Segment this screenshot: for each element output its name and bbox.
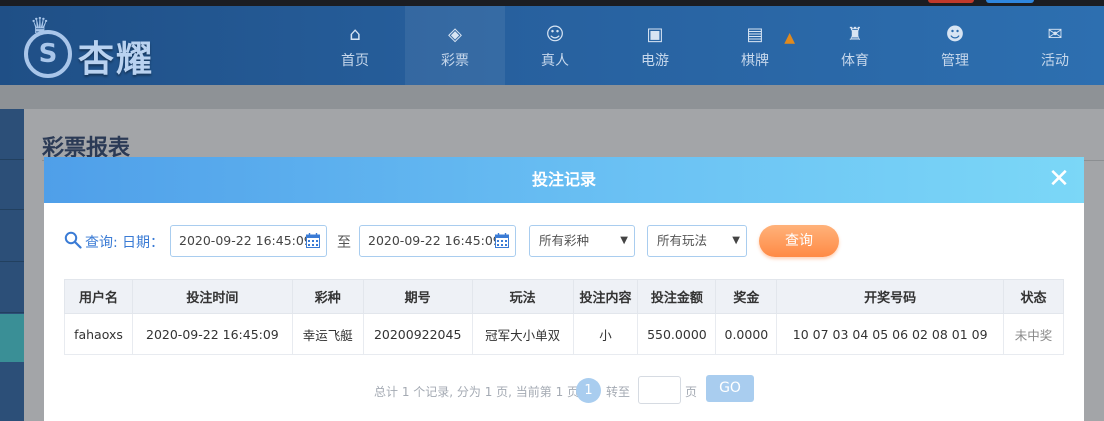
date-label: 日期：: [122, 235, 164, 251]
home-icon: ⌂: [349, 23, 361, 45]
table-header-row: 用户名 投注时间 彩种 期号 玩法 投注内容 投注金额 奖金 开奖号码 状态: [64, 279, 1064, 314]
nav-item-home[interactable]: ⌂ 首页: [305, 6, 405, 85]
cell-draw-numbers: 10 07 03 04 05 06 02 08 01 09: [776, 313, 1005, 355]
col-header-play: 玩法: [471, 279, 574, 314]
lottery-type-select[interactable]: 所有彩种 ▼: [529, 225, 635, 257]
nav-item-sports[interactable]: ♜ 体育: [805, 6, 905, 85]
nav-item-slots[interactable]: ▣ 电游: [605, 6, 705, 85]
nav-label: 首页: [341, 52, 369, 69]
nav-label: 体育: [841, 52, 869, 69]
col-header-draw-numbers: 开奖号码: [776, 279, 1005, 314]
modal-title: 投注记录: [531, 170, 596, 189]
col-header-username: 用户名: [64, 279, 133, 314]
sidebar-divider: [0, 159, 24, 160]
pagination: 总计 1 个记录, 分为 1 页, 当前第 1 页 1 转至 页 GO: [44, 375, 1084, 405]
page-jump-input[interactable]: [638, 376, 681, 404]
query-bar: 查询: 日期： 2020-09-22 16:45:09 至 2020-09-22…: [64, 225, 1064, 257]
col-header-bet-time: 投注时间: [131, 279, 293, 314]
calendar-icon[interactable]: [306, 233, 320, 248]
cell-content: 小: [572, 313, 639, 355]
cell-issue: 20200922045: [362, 313, 473, 355]
col-header-amount: 投注金额: [637, 279, 717, 314]
nav-item-lottery[interactable]: ◈ 彩票: [405, 6, 505, 85]
slot-machine-icon: ▣: [646, 23, 664, 45]
gift-icon: ✉: [1047, 23, 1063, 45]
nav-label: 管理: [941, 52, 969, 69]
cell-prize: 0.0000: [715, 313, 778, 355]
page-number-current[interactable]: 1: [576, 378, 601, 403]
cell-username: fahaoxs: [64, 313, 133, 355]
nav-item-promotions[interactable]: ✉ 活动: [1005, 6, 1104, 85]
sidebar: [0, 109, 24, 421]
person-icon: ☺: [545, 23, 565, 45]
nav-item-manage[interactable]: ☻ 管理: [905, 6, 1005, 85]
cell-status: 未中奖: [1003, 313, 1064, 355]
query-button[interactable]: 查询: [759, 225, 839, 257]
page-unit-label: 页: [685, 385, 698, 399]
play-type-select[interactable]: 所有玩法 ▼: [647, 225, 747, 257]
date-to-input[interactable]: 2020-09-22 16:45:09: [359, 225, 516, 257]
nav-label: 彩票: [441, 52, 469, 69]
col-header-content: 投注内容: [572, 279, 639, 314]
date-from-value: 2020-09-22 16:45:09: [179, 233, 312, 248]
nav-label: 电游: [641, 52, 669, 69]
col-header-lottery: 彩种: [291, 279, 364, 314]
to-label: 至: [337, 235, 351, 251]
top-blue-tab[interactable]: [986, 0, 1034, 3]
close-icon[interactable]: ✕: [1046, 166, 1072, 192]
cell-lottery: 幸运飞艇: [291, 313, 364, 355]
main-nav: ⌂ 首页 ◈ 彩票 ☺ 真人 ▣ 电游 ▤ 棋牌 ▲ ♜ 体育 ☻ 管理 ✉ 活…: [305, 6, 1104, 85]
sidebar-item-active[interactable]: [0, 314, 24, 362]
query-label: 查询:: [85, 235, 118, 251]
cell-bet-time: 2020-09-22 16:45:09: [131, 313, 293, 355]
pagination-info: 总计 1 个记录, 分为 1 页, 当前第 1 页: [374, 385, 580, 399]
cell-amount: 550.0000: [637, 313, 717, 355]
site-logo[interactable]: ♛ S 杏耀: [22, 14, 192, 80]
lottery-type-value: 所有彩种: [539, 233, 590, 248]
hot-badge-icon: ▲: [784, 30, 795, 46]
brand-name: 杏耀: [78, 39, 155, 80]
logo-emblem-icon: S: [24, 30, 72, 78]
nav-label: 棋牌: [741, 52, 769, 69]
dropdown-arrow-icon: ▼: [620, 235, 628, 246]
search-icon: [64, 231, 82, 249]
play-type-value: 所有玩法: [657, 233, 708, 248]
sidebar-divider: [0, 261, 24, 262]
nav-item-cards[interactable]: ▤ 棋牌 ▲: [705, 6, 805, 85]
modal-header: 投注记录 ✕: [44, 157, 1084, 203]
col-header-prize: 奖金: [715, 279, 778, 314]
go-button[interactable]: GO: [706, 375, 754, 402]
mahjong-icon: ▤: [746, 23, 764, 45]
site-header: ♛ S 杏耀 ⌂ 首页 ◈ 彩票 ☺ 真人 ▣ 电游 ▤ 棋牌 ▲ ♜ 体育 ☻…: [0, 6, 1104, 85]
trophy-icon: ♜: [846, 23, 864, 45]
col-header-issue: 期号: [362, 279, 473, 314]
sub-bar: [0, 85, 1104, 109]
bet-records-modal: 投注记录 ✕ 查询: 日期： 2020-09-22 16:45:09 至 202…: [44, 157, 1084, 421]
sidebar-divider: [0, 209, 24, 210]
table-row[interactable]: fahaoxs 2020-09-22 16:45:09 幸运飞艇 2020092…: [64, 313, 1064, 355]
bet-records-table: 用户名 投注时间 彩种 期号 玩法 投注内容 投注金额 奖金 开奖号码 状态 f…: [64, 279, 1064, 355]
top-red-tab[interactable]: [928, 0, 974, 3]
ticket-icon: ◈: [448, 23, 462, 45]
users-icon: ☻: [945, 23, 965, 45]
sidebar-divider: [0, 312, 24, 313]
calendar-icon[interactable]: [495, 233, 509, 248]
dropdown-arrow-icon: ▼: [732, 235, 740, 246]
date-to-value: 2020-09-22 16:45:09: [368, 233, 501, 248]
cell-play: 冠军大小单双: [471, 313, 574, 355]
nav-item-live[interactable]: ☺ 真人: [505, 6, 605, 85]
goto-label: 转至: [606, 385, 631, 399]
nav-label: 真人: [541, 52, 569, 69]
col-header-status: 状态: [1003, 279, 1064, 314]
date-from-input[interactable]: 2020-09-22 16:45:09: [170, 225, 327, 257]
nav-label: 活动: [1041, 52, 1069, 69]
